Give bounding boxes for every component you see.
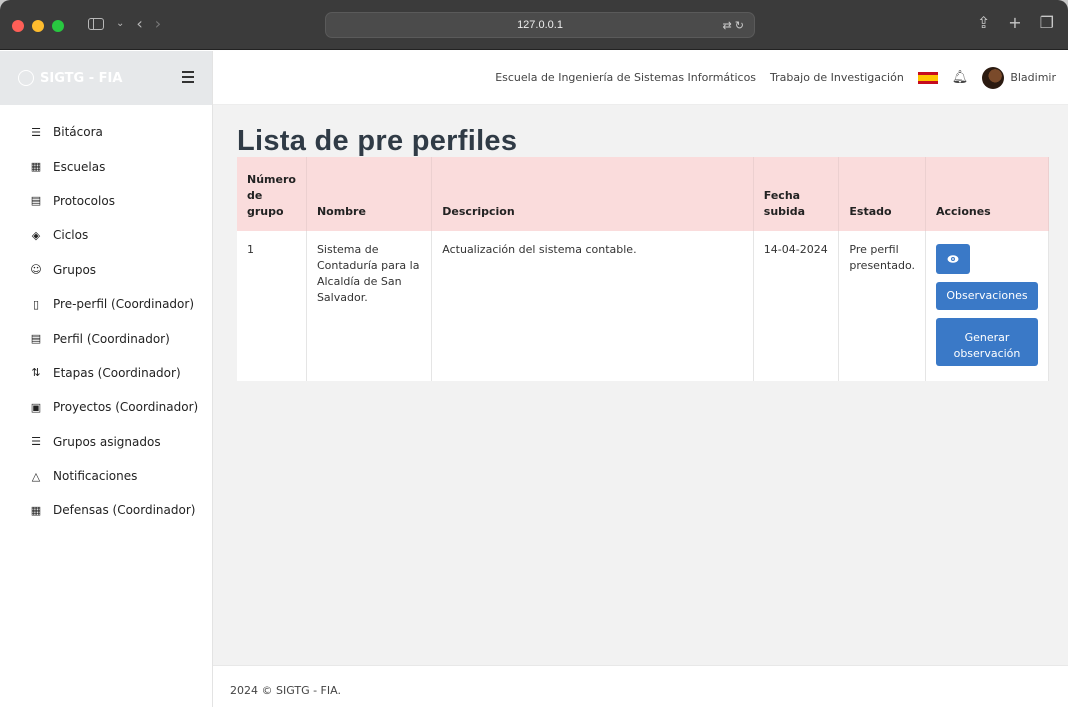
browser-nav: ⌄ ‹ › bbox=[88, 14, 161, 33]
sidebar-item-label: Pre-perfil (Coordinador) bbox=[53, 297, 194, 312]
sidebar-item-label: Ciclos bbox=[53, 228, 89, 243]
sidebar-item-grupos[interactable]: ☺ Grupos bbox=[0, 253, 212, 287]
avatar bbox=[982, 66, 1005, 89]
sidebar-item-label: Grupos bbox=[53, 262, 97, 277]
bell-icon[interactable]: 🔔︎ bbox=[952, 70, 969, 85]
archive-icon: ▤ bbox=[30, 194, 42, 208]
cell-estado: Pre perfil presentado. bbox=[838, 231, 926, 381]
new-tab-icon[interactable]: + bbox=[1008, 13, 1021, 32]
table-row: 1 Sistema de Contaduría para la Alcaldía… bbox=[237, 231, 1049, 381]
sidebar-item-escuelas[interactable]: ▦ Escuelas bbox=[0, 149, 212, 183]
sidebar-menu: ☰ Bitácora ▦ Escuelas ▤ Protocolos ◈ Ciclos ☺ Gru… bbox=[0, 105, 212, 528]
sidebar-toggle-icon[interactable] bbox=[88, 17, 104, 30]
table-header-row: Número de grupo Nombre Descripcion Fecha… bbox=[237, 157, 1049, 231]
col-header-descripcion: Descripcion bbox=[431, 157, 754, 231]
address-url: 127.0.0.1 bbox=[517, 19, 563, 31]
app: SIGTG - FIA ☰ Bitácora ▦ Escuelas ▤ Protocolo… bbox=[0, 51, 1068, 707]
sidebar-item-label: Escuelas bbox=[53, 159, 106, 174]
calendar-icon: ▦ bbox=[30, 503, 42, 517]
brand: SIGTG - FIA bbox=[0, 51, 212, 105]
cell-nombre: Sistema de Contaduría para la Alcaldía d… bbox=[306, 231, 433, 381]
module-link[interactable]: Trabajo de Investigación bbox=[770, 71, 904, 84]
building-icon: ▦ bbox=[30, 160, 42, 174]
menu-toggle-icon[interactable] bbox=[182, 71, 194, 86]
minimize-window-button[interactable] bbox=[32, 20, 44, 32]
observaciones-button[interactable]: Observaciones bbox=[936, 282, 1038, 310]
file-icon: ▯ bbox=[32, 297, 40, 311]
eye-icon bbox=[947, 255, 959, 263]
sidebar-item-proyectos-coordinador[interactable]: ▣ Proyectos (Coordinador) bbox=[0, 390, 212, 424]
cell-descripcion: Actualización del sistema contable. bbox=[431, 231, 754, 381]
school-link[interactable]: Escuela de Ingeniería de Sistemas Inform… bbox=[495, 71, 756, 84]
sidebar-item-label: Bitácora bbox=[53, 125, 103, 140]
col-header-nombre: Nombre bbox=[306, 157, 433, 231]
cell-fecha: 14-04-2024 bbox=[753, 231, 840, 381]
share-icon[interactable]: ⇪ bbox=[977, 13, 990, 32]
user-list-icon: ☰ bbox=[31, 435, 41, 449]
user-menu[interactable]: Bladimir bbox=[982, 66, 1056, 89]
chevron-down-icon[interactable]: ⌄ bbox=[116, 18, 124, 29]
compass-icon: ◈ bbox=[31, 228, 41, 242]
footer: 2024 © SIGTG - FIA. bbox=[213, 665, 1068, 707]
generar-observacion-button[interactable]: Generar observación bbox=[936, 318, 1038, 366]
sidebar-item-label: Perfil (Coordinador) bbox=[53, 331, 170, 346]
col-header-fecha: Fecha subida bbox=[753, 157, 840, 231]
window-controls bbox=[12, 20, 64, 32]
sidebar-item-label: Notificaciones bbox=[53, 469, 138, 484]
sidebar-item-label: Defensas (Coordinador) bbox=[53, 503, 196, 518]
sidebar: SIGTG - FIA ☰ Bitácora ▦ Escuelas ▤ Protocolo… bbox=[0, 51, 213, 707]
view-button[interactable] bbox=[936, 244, 970, 274]
col-header-grupo: Número de grupo bbox=[237, 157, 307, 231]
browser-actions: ⇪ + ❐ bbox=[977, 13, 1054, 32]
sidebar-item-notificaciones[interactable]: △ Notificaciones bbox=[0, 459, 212, 493]
close-window-button[interactable] bbox=[12, 20, 24, 32]
sidebar-item-etapas-coordinador[interactable]: ⇅ Etapas (Coordinador) bbox=[0, 356, 212, 390]
sidebar-item-grupos-asignados[interactable]: ☰ Grupos asignados bbox=[0, 425, 212, 459]
git-pull-request-icon: ⇅ bbox=[31, 366, 41, 380]
sidebar-item-label: Etapas (Coordinador) bbox=[53, 365, 181, 380]
sidebar-item-bitácora[interactable]: ☰ Bitácora bbox=[0, 115, 212, 149]
sidebar-item-perfil-coordinador[interactable]: ▤ Perfil (Coordinador) bbox=[0, 321, 212, 355]
sidebar-item-pre-perfil-coordinador[interactable]: ▯ Pre-perfil (Coordinador) bbox=[0, 287, 212, 321]
file-text-icon: ▤ bbox=[30, 332, 42, 346]
bell-icon: △ bbox=[31, 469, 41, 483]
sidebar-item-defensas-coordinador[interactable]: ▦ Defensas (Coordinador) bbox=[0, 493, 212, 527]
maximize-window-button[interactable] bbox=[52, 20, 64, 32]
sidebar-item-ciclos[interactable]: ◈ Ciclos bbox=[0, 218, 212, 252]
brand-logo-icon bbox=[18, 70, 34, 86]
users-icon: ☺ bbox=[30, 263, 42, 277]
col-header-estado: Estado bbox=[838, 157, 926, 231]
cell-grupo: 1 bbox=[237, 231, 307, 381]
sidebar-item-label: Protocolos bbox=[53, 193, 115, 208]
address-bar[interactable]: 127.0.0.1 ⇄ ↻ bbox=[325, 12, 755, 38]
cell-acciones: Observaciones Generar observación bbox=[925, 231, 1049, 381]
sidebar-item-label: Proyectos (Coordinador) bbox=[53, 400, 199, 415]
browser-toolbar: ⌄ ‹ › 127.0.0.1 ⇄ ↻ ⇪ + ❐ bbox=[0, 0, 1068, 50]
tabs-overview-icon[interactable]: ❐ bbox=[1040, 13, 1054, 32]
page-title: Lista de pre perfiles bbox=[237, 125, 518, 157]
pre-profiles-table: Número de grupo Nombre Descripcion Fecha… bbox=[237, 157, 1049, 381]
main-content: Lista de pre perfiles Número de grupo No… bbox=[213, 105, 1068, 665]
col-header-acciones: Acciones bbox=[925, 157, 1049, 231]
code-square-icon: ▣ bbox=[30, 400, 42, 414]
spain-flag-icon[interactable] bbox=[917, 71, 938, 84]
translate-reload-icon[interactable]: ⇄ ↻ bbox=[723, 19, 745, 32]
topbar: Escuela de Ingeniería de Sistemas Inform… bbox=[213, 51, 1068, 105]
forward-icon[interactable]: › bbox=[155, 14, 161, 33]
user-name: Bladimir bbox=[1010, 71, 1056, 84]
brand-name: SIGTG - FIA bbox=[40, 70, 123, 86]
back-icon[interactable]: ‹ bbox=[136, 14, 142, 33]
browser-window: ⌄ ‹ › 127.0.0.1 ⇄ ↻ ⇪ + ❐ SIGTG - FIA ☰ B… bbox=[0, 0, 1068, 707]
footer-text: 2024 © SIGTG - FIA. bbox=[230, 684, 341, 697]
user-list-icon: ☰ bbox=[31, 125, 41, 139]
sidebar-item-label: Grupos asignados bbox=[53, 434, 161, 449]
sidebar-item-protocolos[interactable]: ▤ Protocolos bbox=[0, 184, 212, 218]
